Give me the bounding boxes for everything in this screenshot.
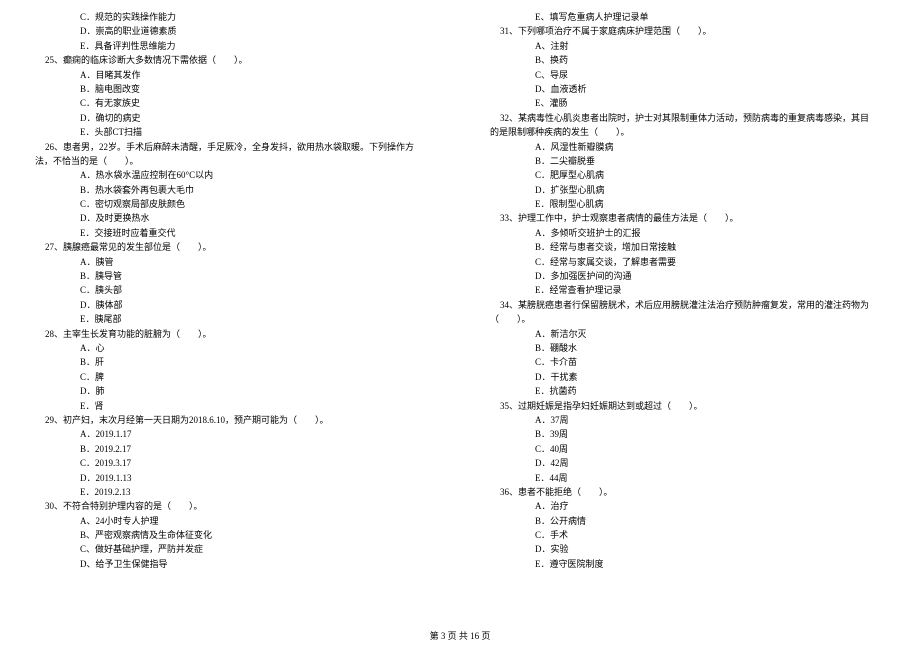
question-text: 36、患者不能拒绝（ ）。	[475, 485, 900, 499]
answer-option: B．39周	[475, 427, 900, 441]
answer-option: D．肺	[20, 384, 445, 398]
answer-option: C．密切观察局部皮肤颜色	[20, 197, 445, 211]
question-text: 26、患者男，22岁。手术后麻醉未清醒，手足厥冷，全身发抖，欲用热水袋取暖。下列…	[20, 140, 445, 154]
answer-option: A．胰管	[20, 255, 445, 269]
answer-option: D．实验	[475, 542, 900, 556]
answer-option: E、填写危重病人护理记录单	[475, 10, 900, 24]
answer-option: D、血液透析	[475, 82, 900, 96]
question-text: 34、某膀胱癌患者行保留膀胱术，术后应用膀胱灌注法治疗预防肿瘤复发，常用的灌注药…	[475, 298, 900, 312]
answer-option: A、注射	[475, 39, 900, 53]
answer-option: B．2019.2.17	[20, 442, 445, 456]
question-text: 32、某病毒性心肌炎患者出院时，护士对其限制重体力活动，预防病毒的重复病毒感染，…	[475, 111, 900, 125]
answer-option: B．脑电图改变	[20, 82, 445, 96]
answer-option: B．二尖瓣脱垂	[475, 154, 900, 168]
answer-option: E．44周	[475, 471, 900, 485]
answer-option: D．2019.1.13	[20, 471, 445, 485]
question-text: 29、初产妇，末次月经第一天日期为2018.6.10，预产期可能为（ ）。	[20, 413, 445, 427]
content-columns: C．规范的实践操作能力D．崇高的职业道德素质E．具备评判性思维能力25、癫痫的临…	[20, 10, 900, 571]
answer-option: A．2019.1.17	[20, 427, 445, 441]
answer-option: C．肥厚型心肌病	[475, 168, 900, 182]
answer-option: B．肝	[20, 355, 445, 369]
question-text: 28、主宰生长发育功能的脏腑为（ ）。	[20, 327, 445, 341]
answer-option: E．具备评判性思维能力	[20, 39, 445, 53]
question-text: 的是限制哪种疾病的发生（ ）。	[475, 125, 900, 139]
answer-option: C．卡介苗	[475, 355, 900, 369]
question-text: 法，不恰当的是（ ）。	[20, 154, 445, 168]
answer-option: D．干扰素	[475, 370, 900, 384]
answer-option: C．脾	[20, 370, 445, 384]
question-text: （ ）。	[475, 312, 900, 326]
answer-option: D、给予卫生保健指导	[20, 557, 445, 571]
answer-option: C、做好基础护理，严防并发症	[20, 542, 445, 556]
answer-option: B．经常与患者交谈，增加日常接触	[475, 240, 900, 254]
answer-option: C．40周	[475, 442, 900, 456]
answer-option: C．经常与家属交谈，了解患者需要	[475, 255, 900, 269]
answer-option: A．新洁尔灭	[475, 327, 900, 341]
answer-option: C．胰头部	[20, 283, 445, 297]
question-text: 33、护理工作中，护士观察患者病情的最佳方法是（ ）。	[475, 211, 900, 225]
answer-option: E．头部CT扫描	[20, 125, 445, 139]
answer-option: E．交接班时应着重交代	[20, 226, 445, 240]
answer-option: B．硼酸水	[475, 341, 900, 355]
answer-option: D．42周	[475, 456, 900, 470]
answer-option: B、严密观察病情及生命体征变化	[20, 528, 445, 542]
answer-option: A．多倾听交班护士的汇报	[475, 226, 900, 240]
answer-option: A．心	[20, 341, 445, 355]
answer-option: E．限制型心肌病	[475, 197, 900, 211]
answer-option: D．胰体部	[20, 298, 445, 312]
question-text: 31、下列哪项治疗不属于家庭病床护理范围（ ）。	[475, 24, 900, 38]
page-footer: 第 3 页 共 16 页	[0, 629, 920, 642]
answer-option: D．多加强医护间的沟通	[475, 269, 900, 283]
answer-option: C．规范的实践操作能力	[20, 10, 445, 24]
answer-option: C．有无家族史	[20, 96, 445, 110]
answer-option: D．确切的病史	[20, 111, 445, 125]
answer-option: C．2019.3.17	[20, 456, 445, 470]
answer-option: C．手术	[475, 528, 900, 542]
answer-option: D．及时更换热水	[20, 211, 445, 225]
answer-option: A．热水袋水温应控制在60°C以内	[20, 168, 445, 182]
answer-option: A．治疗	[475, 499, 900, 513]
answer-option: B．公开病情	[475, 514, 900, 528]
answer-option: E．肾	[20, 399, 445, 413]
right-column: E、填写危重病人护理记录单31、下列哪项治疗不属于家庭病床护理范围（ ）。A、注…	[475, 10, 900, 571]
answer-option: E．抗菌药	[475, 384, 900, 398]
answer-option: A．风湿性新瓣膜病	[475, 140, 900, 154]
answer-option: A．目睹其发作	[20, 68, 445, 82]
question-text: 30、不符合特别护理内容的是（ ）。	[20, 499, 445, 513]
answer-option: A．37周	[475, 413, 900, 427]
answer-option: E．经常查看护理记录	[475, 283, 900, 297]
answer-option: E．胰尾部	[20, 312, 445, 326]
question-text: 25、癫痫的临床诊断大多数情况下需依据（ ）。	[20, 53, 445, 67]
answer-option: E、灌肠	[475, 96, 900, 110]
answer-option: D．扩张型心肌病	[475, 183, 900, 197]
answer-option: C、导尿	[475, 68, 900, 82]
left-column: C．规范的实践操作能力D．崇高的职业道德素质E．具备评判性思维能力25、癫痫的临…	[20, 10, 445, 571]
answer-option: E．2019.2.13	[20, 485, 445, 499]
answer-option: B．热水袋套外再包裹大毛巾	[20, 183, 445, 197]
answer-option: B、换药	[475, 53, 900, 67]
answer-option: E．遵守医院制度	[475, 557, 900, 571]
answer-option: D．崇高的职业道德素质	[20, 24, 445, 38]
question-text: 27、胰腺癌最常见的发生部位是（ ）。	[20, 240, 445, 254]
answer-option: B．胰导管	[20, 269, 445, 283]
answer-option: A、24小时专人护理	[20, 514, 445, 528]
question-text: 35、过期妊娠是指孕妇妊娠期达到或超过（ ）。	[475, 399, 900, 413]
